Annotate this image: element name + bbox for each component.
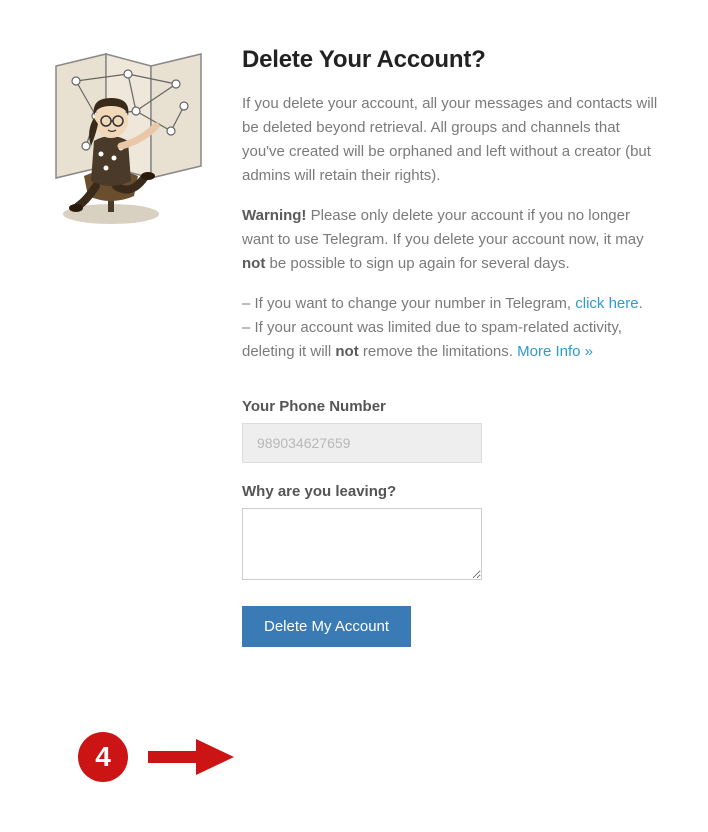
more-info-link[interactable]: More Info »: [517, 343, 593, 360]
intro-text: If you delete your account, all your mes…: [242, 92, 662, 188]
warning-text: Warning! Please only delete your account…: [242, 204, 662, 276]
reason-label: Why are you leaving?: [242, 483, 662, 500]
bullet1-before: – If you want to change your number in T…: [242, 295, 575, 312]
tutorial-annotation: 4: [78, 732, 236, 782]
change-number-link[interactable]: click here: [575, 295, 638, 312]
bullet-change-number: – If you want to change your number in T…: [242, 292, 662, 364]
warning-bold: not: [242, 255, 265, 272]
bullet2-after: remove the limitations.: [359, 343, 517, 360]
delete-account-button[interactable]: Delete My Account: [242, 606, 411, 647]
warning-after: be possible to sign up again for several…: [265, 255, 569, 272]
step-badge: 4: [78, 732, 128, 782]
arrow-icon: [146, 737, 236, 777]
reason-input[interactable]: [242, 508, 482, 580]
bullet2-bold: not: [335, 343, 358, 360]
phone-label: Your Phone Number: [242, 398, 662, 415]
phone-input[interactable]: [242, 423, 482, 463]
page-title: Delete Your Account?: [242, 46, 662, 74]
hero-illustration: [36, 46, 216, 226]
bullet1-after: .: [639, 295, 643, 312]
warning-label: Warning!: [242, 207, 306, 224]
